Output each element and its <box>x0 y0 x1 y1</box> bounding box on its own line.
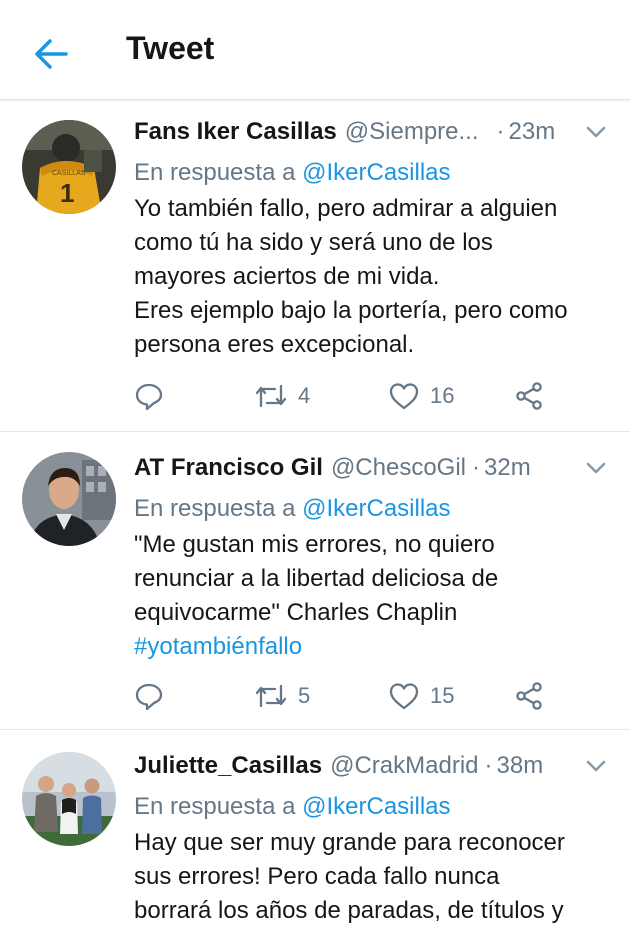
group-photo-icon <box>22 752 116 846</box>
timestamp[interactable]: 38m <box>497 752 544 780</box>
retweet-button[interactable]: 4 <box>254 381 388 411</box>
user-name[interactable]: Fans Iker Casillas <box>134 118 337 146</box>
user-handle[interactable]: @Siempre... <box>345 118 479 146</box>
tweet-header: AT Francisco Gil @ChescoGil · 32m <box>134 452 608 484</box>
reply-mention-link[interactable]: @IkerCasillas <box>302 793 450 820</box>
like-button[interactable]: 16 <box>388 381 514 411</box>
separator-dot: · <box>472 454 481 481</box>
reply-prefix: En respuesta a <box>134 793 296 820</box>
tweet-text-line: borrará los años de paradas, de títulos … <box>134 897 564 924</box>
reply-mention-link[interactable]: @IkerCasillas <box>302 159 450 186</box>
tweet-card[interactable]: CASILLAS 1 Fans Iker Casillas @Siempre..… <box>0 100 630 432</box>
share-icon <box>516 382 542 410</box>
tweet-text-line: Yo también fallo, pero admirar a alguien <box>134 195 558 222</box>
heart-icon <box>389 683 419 710</box>
retweet-button[interactable]: 5 <box>254 681 388 711</box>
back-arrow-icon[interactable] <box>30 34 74 74</box>
tweet-text-line: "Me gustan mis errores, no quiero <box>134 531 495 558</box>
man-portrait-photo-icon <box>22 452 116 546</box>
separator-dot: · <box>496 118 505 145</box>
user-name[interactable]: Juliette_Casillas <box>134 752 322 780</box>
hashtag-link[interactable]: #yotambiénfallo <box>134 630 608 664</box>
top-bar: Tweet <box>0 0 630 100</box>
reply-button[interactable] <box>134 681 254 711</box>
reply-prefix: En respuesta a <box>134 495 296 522</box>
retweet-count: 5 <box>298 683 311 708</box>
tweet-card[interactable]: AT Francisco Gil @ChescoGil · 32m En res… <box>0 432 630 730</box>
reply-context: En respuesta a @IkerCasillas <box>134 158 608 188</box>
tweet-card[interactable]: Juliette_Casillas @CrakMadrid · 38m En r… <box>0 730 630 934</box>
tweet-text: Yo también fallo, pero admirar a alguien… <box>134 192 608 362</box>
tweet-text-line: equivocarme" Charles Chaplin <box>134 599 458 626</box>
timestamp[interactable]: 23m <box>509 118 556 146</box>
page-title: Tweet <box>126 30 215 66</box>
tweet-header: Juliette_Casillas @CrakMadrid · 38m <box>134 750 608 782</box>
tweet-text: Hay que ser muy grande para reconocer su… <box>134 826 608 928</box>
reply-context: En respuesta a @IkerCasillas <box>134 792 608 822</box>
user-name[interactable]: AT Francisco Gil <box>134 454 323 482</box>
chevron-down-icon[interactable] <box>584 120 608 144</box>
tweet-text: "Me gustan mis errores, no quiero renunc… <box>134 528 608 664</box>
svg-text:1: 1 <box>60 178 74 208</box>
retweet-icon <box>255 384 287 408</box>
reply-button[interactable] <box>134 381 254 411</box>
tweet-text-line: Hay que ser muy grande para reconocer <box>134 829 565 856</box>
avatar[interactable]: CASILLAS 1 <box>22 120 116 214</box>
tweet-text-line: persona eres excepcional. <box>134 331 415 358</box>
share-button[interactable] <box>514 381 544 411</box>
chevron-down-icon[interactable] <box>584 456 608 480</box>
share-icon <box>516 682 542 710</box>
user-handle[interactable]: @CrakMadrid <box>330 752 478 780</box>
reply-prefix: En respuesta a <box>134 159 296 186</box>
separator-dot: · <box>484 752 493 779</box>
like-count: 15 <box>430 683 455 708</box>
tweet-header: Fans Iker Casillas @Siempre... · 23m <box>134 116 608 148</box>
tweet-text-line: mayores aciertos de mi vida. <box>134 263 440 290</box>
reply-icon <box>135 683 163 711</box>
user-handle[interactable]: @ChescoGil <box>331 454 466 482</box>
timestamp[interactable]: 32m <box>484 454 531 482</box>
retweet-count: 4 <box>298 383 311 408</box>
tweet-text-line: como tú ha sido y será uno de los <box>134 229 493 256</box>
tweet-text-line: renunciar a la libertad deliciosa de <box>134 565 499 592</box>
reply-mention-link[interactable]: @IkerCasillas <box>302 495 450 522</box>
svg-text:CASILLAS: CASILLAS <box>52 170 86 177</box>
avatar[interactable] <box>22 452 116 546</box>
like-count: 16 <box>430 383 455 408</box>
share-button[interactable] <box>514 681 544 711</box>
tweet-text-line: Eres ejemplo bajo la portería, pero como <box>134 297 568 324</box>
reply-context: En respuesta a @IkerCasillas <box>134 494 608 524</box>
chevron-down-icon[interactable] <box>584 754 608 778</box>
avatar[interactable] <box>22 752 116 846</box>
goalkeeper-photo-icon: CASILLAS 1 <box>22 120 116 214</box>
tweet-actions: 4 16 <box>134 378 550 414</box>
tweet-text-line: sus errores! Pero cada fallo nunca <box>134 863 500 890</box>
retweet-icon <box>255 684 287 708</box>
heart-icon <box>389 383 419 410</box>
reply-icon <box>135 383 163 411</box>
tweet-actions: 5 15 <box>134 678 550 714</box>
like-button[interactable]: 15 <box>388 681 514 711</box>
